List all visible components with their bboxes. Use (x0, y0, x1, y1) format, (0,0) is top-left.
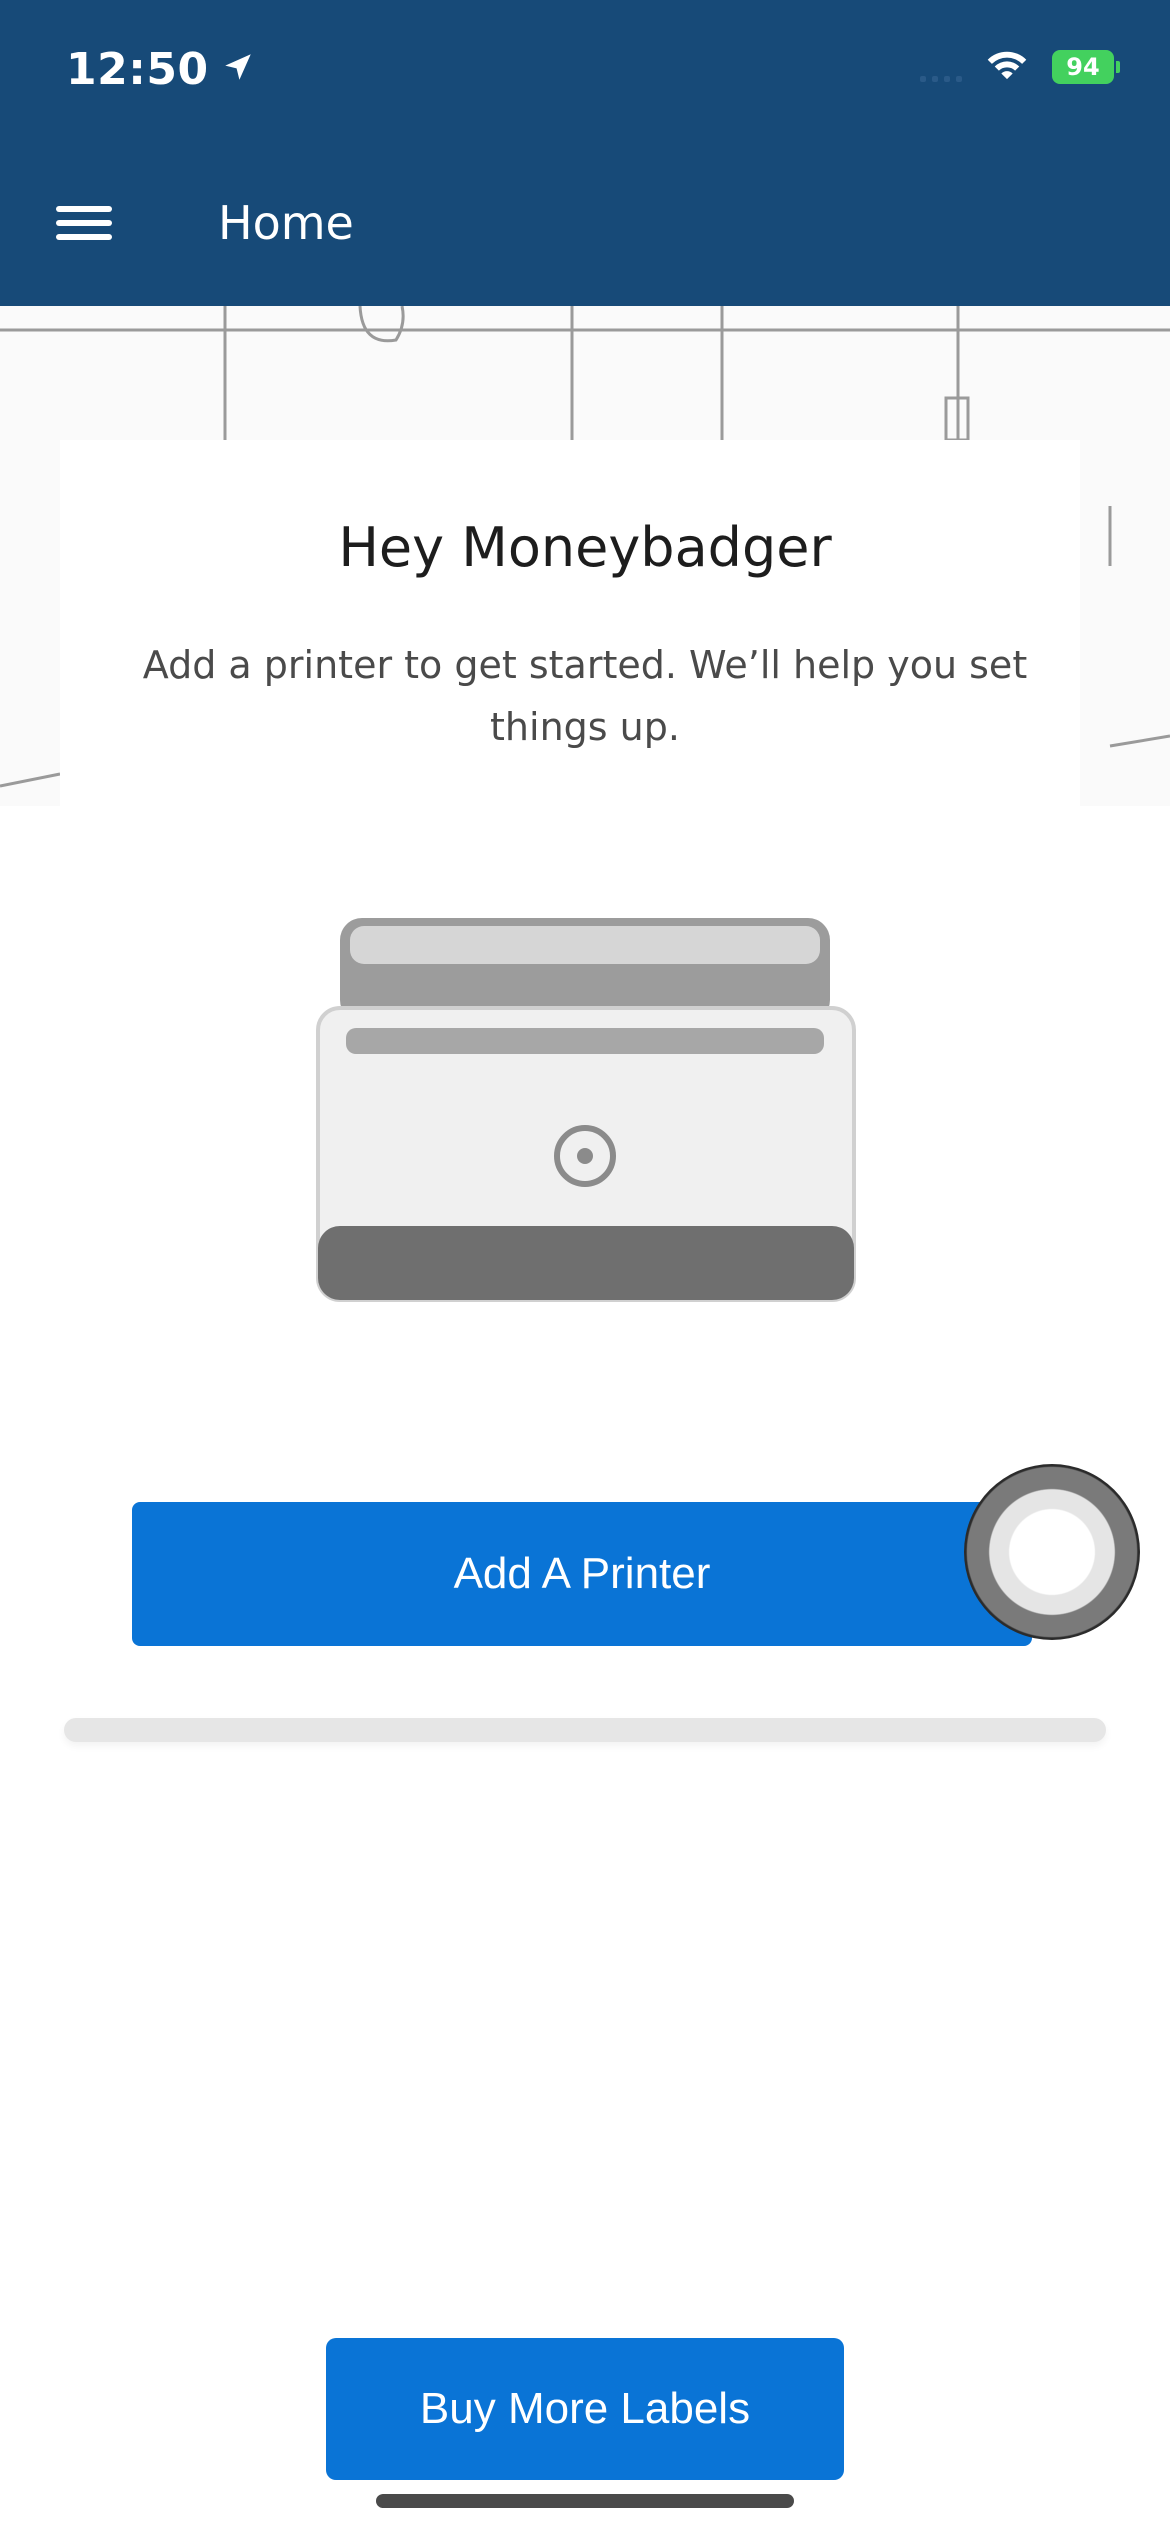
page-title: Home (218, 196, 354, 250)
welcome-subtext: Add a printer to get started. We’ll help… (142, 643, 1028, 749)
greeting-heading: Hey Moneybadger (338, 516, 832, 579)
add-printer-button[interactable]: Add A Printer (132, 1502, 1032, 1646)
status-indicators: 94 (920, 48, 1120, 86)
hamburger-menu-icon[interactable] (56, 200, 112, 246)
buy-more-labels-button[interactable]: Buy More Labels (326, 2338, 844, 2480)
location-arrow-icon (221, 44, 255, 95)
printer-illustration (300, 900, 870, 1340)
touch-indicator (964, 1464, 1140, 1640)
status-time: 12:50 (66, 44, 255, 95)
home-indicator (376, 2494, 794, 2508)
battery-icon: 94 (1052, 50, 1120, 84)
wifi-icon (984, 48, 1030, 86)
status-time-text: 12:50 (66, 44, 209, 95)
signal-icon (920, 52, 962, 82)
app-header: 12:50 94 Home (0, 0, 1170, 306)
battery-level: 94 (1066, 53, 1100, 81)
separator-shadow (64, 1718, 1106, 1742)
